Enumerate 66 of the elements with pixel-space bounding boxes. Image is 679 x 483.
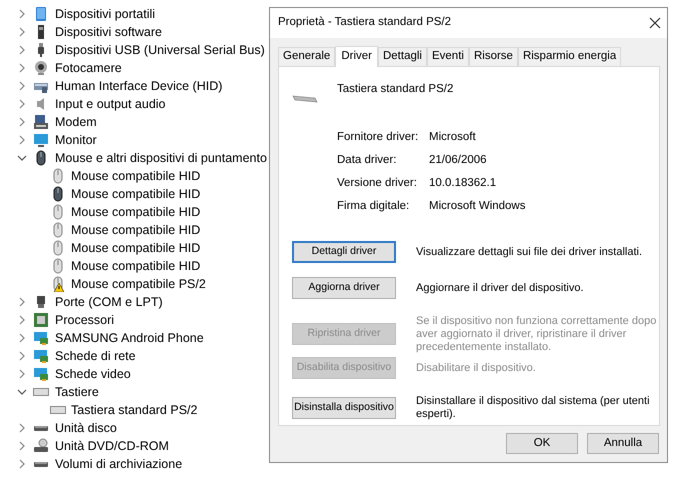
collapse-chevron-icon[interactable]: [17, 387, 27, 397]
tab[interactable]: Driver: [335, 46, 378, 67]
network-monitor-icon: [33, 348, 49, 364]
tree-item[interactable]: Monitor: [55, 130, 97, 150]
tab[interactable]: Eventi: [426, 47, 469, 66]
action-description: Aggiornare il driver del dispositivo.: [416, 282, 585, 294]
device-name: Tastiera standard PS/2: [337, 82, 454, 97]
tree-item[interactable]: Mouse compatibile HID: [71, 220, 200, 240]
tree-item[interactable]: Mouse compatibile HID: [71, 256, 200, 276]
tree-item[interactable]: Schede video: [55, 364, 131, 384]
tree-item[interactable]: Mouse compatibile HID: [71, 202, 200, 222]
tree-item[interactable]: Mouse e altri dispositivi di puntamento: [55, 148, 267, 168]
tree-item[interactable]: Tastiere: [55, 382, 99, 402]
action-description: Disabilitare il dispositivo.: [416, 362, 537, 374]
network-monitor-icon: [33, 366, 49, 382]
close-icon[interactable]: [649, 17, 661, 29]
info-label: Firma digitale:: [337, 198, 410, 214]
collapse-chevron-icon[interactable]: [17, 153, 27, 163]
tree-item[interactable]: Input e output audio: [55, 94, 166, 114]
action-button[interactable]: Aggiorna driver: [292, 277, 396, 299]
tree-item[interactable]: Dispositivi portatili: [55, 4, 156, 24]
tree-item[interactable]: Schede di rete: [55, 346, 136, 366]
tree-item[interactable]: Unità disco: [55, 418, 117, 438]
tree-item[interactable]: Unità DVD/CD-ROM: [55, 436, 169, 456]
tree-item[interactable]: SAMSUNG Android Phone: [55, 328, 204, 348]
webcam-icon: [33, 60, 49, 76]
monitor-icon: [33, 132, 49, 148]
tree-item[interactable]: Modem: [55, 112, 97, 132]
info-label: Data driver:: [337, 152, 398, 168]
dialog-button[interactable]: Annulla: [587, 433, 659, 454]
info-value: Microsoft: [429, 130, 476, 145]
action-description: Se il dispositivo non funziona correttamente dopo aver aggiornato il driver, ripristinare il driver precedentemente installato.: [416, 314, 658, 354]
info-value: 10.0.18362.1: [429, 176, 496, 191]
chip-icon: [33, 312, 49, 328]
info-label: Versione driver:: [337, 176, 418, 191]
tree-item[interactable]: Processori: [55, 310, 114, 330]
info-value: Microsoft Windows: [429, 198, 526, 214]
tablet-icon: [33, 6, 49, 22]
info-label: Fornitore driver:: [337, 130, 420, 145]
tree-item[interactable]: Mouse compatibile PS/2: [71, 274, 206, 294]
tree-item[interactable]: Human Interface Device (HID): [55, 76, 222, 96]
tab[interactable]: Dettagli: [378, 47, 427, 66]
network-monitor-icon: [33, 330, 49, 346]
window-title: Proprietà - Tastiera standard PS/2: [278, 15, 452, 30]
action-description: Visualizzare dettagli sui file dei driver installati.: [416, 246, 644, 258]
tree-item[interactable]: Mouse compatibile HID: [71, 166, 200, 186]
action-button[interactable]: Dettagli driver: [292, 241, 396, 263]
tree-item[interactable]: Volumi di archiviazione: [55, 454, 182, 474]
tree-item[interactable]: Tastiera standard PS/2: [71, 400, 198, 420]
tree-item[interactable]: Mouse compatibile HID: [71, 238, 200, 258]
tab[interactable]: Risparmio energia: [518, 47, 622, 66]
action-button[interactable]: Disinstalla dispositivo: [292, 397, 396, 419]
tree-item[interactable]: Porte (COM e LPT): [55, 292, 163, 312]
modem-icon: [33, 114, 49, 130]
tree-item[interactable]: Mouse compatibile HID: [71, 184, 200, 204]
drive-icon: [33, 460, 49, 468]
tree-item[interactable]: Dispositivi USB (Universal Serial Bus): [55, 40, 265, 60]
tree-item[interactable]: Dispositivi software: [55, 22, 162, 42]
tab[interactable]: Generale: [278, 47, 336, 66]
action-description: Disinstallare il dispositivo dal sistema (per utenti esperti).: [416, 395, 651, 421]
tree-item[interactable]: Fotocamere: [55, 58, 122, 78]
tab[interactable]: Risorse: [468, 47, 518, 66]
optical-drive-icon: [33, 438, 49, 454]
info-value: 21/06/2006: [429, 152, 487, 168]
dialog-button[interactable]: OK: [506, 433, 578, 454]
drive-icon: [33, 424, 49, 432]
